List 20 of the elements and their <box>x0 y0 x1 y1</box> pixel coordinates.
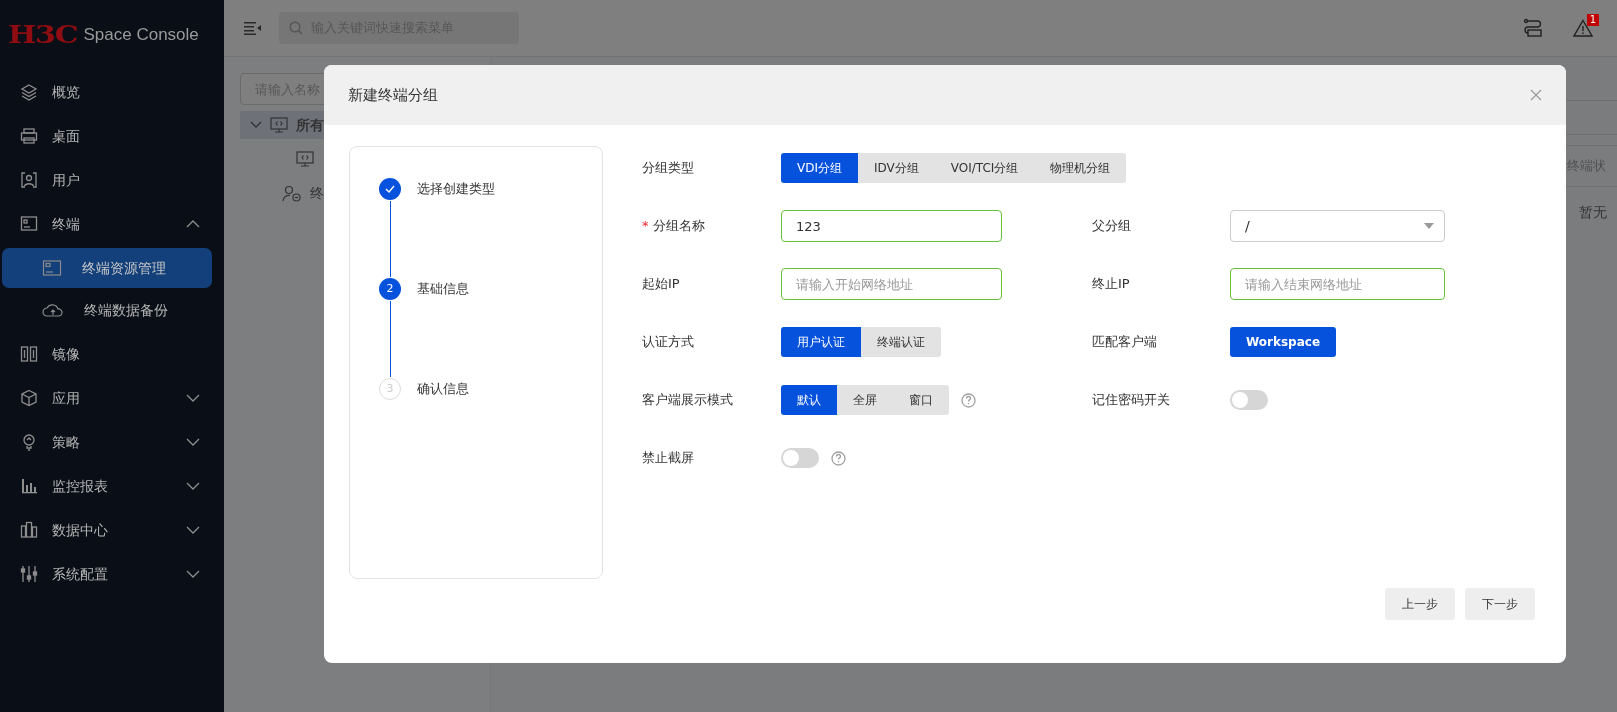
step-indicator: 2 <box>379 278 401 300</box>
step-label: 确认信息 <box>417 380 469 399</box>
field-label: 起始IP <box>642 275 680 294</box>
field-label: 父分组 <box>1092 217 1131 236</box>
empty-text: 暂无 <box>1579 202 1607 222</box>
field-label: 认证方式 <box>642 333 694 352</box>
field-label: 匹配客户端 <box>1092 333 1157 352</box>
notification-count: 1 <box>1586 14 1599 26</box>
field-label: 终止IP <box>1092 275 1130 294</box>
field-label: 记住密码开关 <box>1092 391 1170 410</box>
step-label: 基础信息 <box>417 280 469 299</box>
dialog-title: 新建终端分组 <box>348 84 439 106</box>
field-label: 客户端展示模式 <box>642 391 733 410</box>
product-name: Space Console <box>83 24 199 47</box>
field-label: 分组类型 <box>642 159 694 178</box>
field-label: 分组名称 <box>652 217 705 236</box>
step-label: 选择创建类型 <box>417 180 495 199</box>
required-mark: * <box>642 217 649 236</box>
logo: H3C <box>8 19 78 51</box>
field-label: 禁止截屏 <box>642 449 694 468</box>
